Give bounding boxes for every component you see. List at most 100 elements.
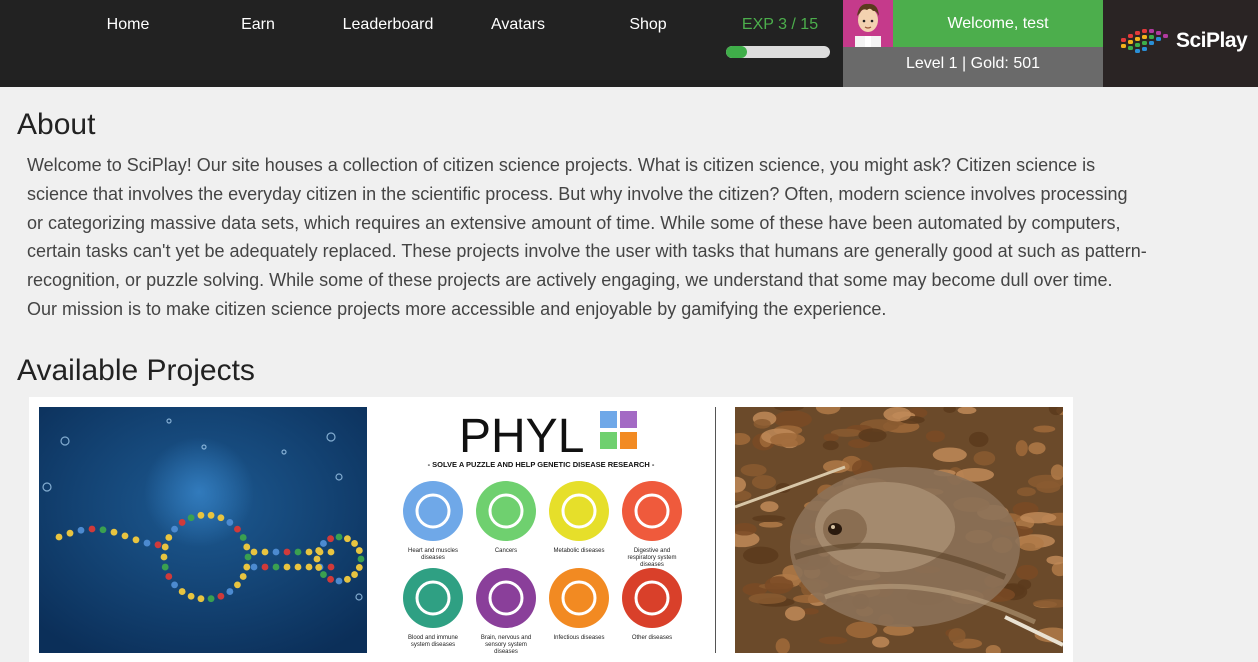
- rna-bead: [88, 525, 96, 533]
- leaf: [773, 410, 812, 429]
- leaf: [883, 407, 912, 422]
- nav-shop-link[interactable]: Shop: [588, 14, 708, 36]
- phylo-category-label: diseases: [640, 562, 664, 568]
- rna-bead: [272, 563, 280, 571]
- rna-bead: [305, 563, 313, 571]
- rna-bead: [344, 535, 351, 543]
- rna-bead: [99, 526, 107, 534]
- rna-bead: [161, 563, 169, 571]
- rna-bead: [226, 588, 234, 595]
- projects-heading: Available Projects: [17, 354, 255, 387]
- leaf: [1016, 487, 1036, 497]
- rna-bead: [357, 555, 365, 563]
- logo-area[interactable]: SciPlay: [1103, 0, 1258, 87]
- welcome-banner[interactable]: Welcome, test: [893, 0, 1103, 47]
- leaf: [742, 546, 779, 565]
- rna-bead: [283, 548, 291, 556]
- phylo-category-circle: [476, 481, 536, 541]
- nav-home-link[interactable]: Home: [68, 14, 188, 36]
- leaf: [822, 440, 839, 451]
- leaf: [753, 418, 771, 429]
- rna-bead: [55, 533, 63, 541]
- leaf: [1017, 535, 1044, 551]
- nav-avatars-link[interactable]: Avatars: [458, 14, 578, 36]
- rna-bead: [250, 563, 258, 571]
- rna-bead: [313, 555, 321, 563]
- user-stats: Level 1 | Gold: 501: [843, 47, 1103, 87]
- phylo-image: PHYL - SOLVE A PUZZLE AND HELP GENETIC D…: [377, 407, 705, 653]
- top-navbar: Home Earn Leaderboard Avatars Shop EXP 3…: [0, 0, 1258, 87]
- rna-bead: [355, 564, 363, 571]
- rna-bead: [239, 573, 247, 580]
- rna-bead: [272, 548, 280, 556]
- rna-bead: [178, 588, 186, 595]
- logo-text: SciPlay: [1176, 29, 1248, 52]
- phylo-category-label: diseases: [421, 555, 445, 561]
- rna-bead: [207, 595, 215, 603]
- leaf: [752, 515, 786, 522]
- leaf: [1016, 564, 1039, 580]
- phylo-category-label: Metabolic diseases: [553, 548, 604, 554]
- rna-bead: [171, 581, 178, 589]
- rna-bead: [250, 548, 258, 556]
- nav-earn-link[interactable]: Earn: [198, 14, 318, 36]
- phylo-category-circle: [622, 568, 682, 628]
- exp-progress-bar: [726, 46, 830, 58]
- rna-bead: [121, 532, 129, 540]
- rna-bead: [110, 528, 118, 536]
- rna-bead: [355, 547, 363, 554]
- phylo-category-label: diseases: [494, 649, 518, 653]
- rna-bead: [261, 548, 269, 556]
- user-avatar[interactable]: [843, 0, 893, 47]
- rna-bead: [197, 595, 205, 603]
- leaf: [872, 636, 890, 648]
- rna-bead: [327, 548, 335, 556]
- rna-bead: [154, 541, 162, 549]
- phylo-category-circle: [549, 481, 609, 541]
- rna-bead: [207, 511, 215, 519]
- rna-bead: [315, 547, 323, 554]
- sciplay-logo-icon: [1121, 29, 1168, 53]
- project-tile-bird[interactable]: [735, 407, 1063, 653]
- rna-bead: [305, 548, 313, 556]
- rna-bead: [217, 592, 225, 600]
- project-tile-rna[interactable]: [39, 407, 367, 653]
- phylo-category-label: system diseases: [411, 642, 455, 648]
- rna-bead: [197, 511, 205, 519]
- phylo-category-label: Heart and muscles: [408, 548, 458, 554]
- rna-bead: [320, 540, 327, 547]
- rna-bead: [132, 536, 140, 544]
- rna-bead: [160, 553, 168, 561]
- leaf: [948, 628, 966, 644]
- leaf: [1033, 425, 1056, 433]
- phylo-subtitle: - SOLVE A PUZZLE AND HELP GENETIC DISEAS…: [428, 460, 655, 469]
- rna-bead: [77, 526, 85, 534]
- leaf: [760, 501, 779, 512]
- rna-bead: [351, 571, 358, 578]
- leaf: [751, 475, 777, 490]
- leaf: [858, 428, 887, 443]
- rna-bead: [187, 592, 195, 600]
- rna-bead: [239, 534, 247, 541]
- leaf: [1020, 512, 1057, 524]
- leaf: [784, 606, 806, 621]
- leaf: [1028, 442, 1046, 455]
- rna-bead: [244, 553, 252, 561]
- projects-strip: PHYL - SOLVE A PUZZLE AND HELP GENETIC D…: [29, 397, 1073, 662]
- rna-bead: [143, 539, 151, 547]
- leaf: [758, 521, 783, 528]
- rna-bead: [243, 563, 251, 571]
- rna-bead: [294, 548, 302, 556]
- rna-bead: [261, 563, 269, 571]
- phylo-category-circle: [403, 568, 463, 628]
- phylo-title: PHYL: [459, 410, 584, 463]
- rna-bead: [187, 514, 195, 522]
- phylo-category-label: Blood and immune: [408, 635, 459, 641]
- leaf: [846, 621, 878, 639]
- tile-divider: [715, 407, 716, 653]
- exp-progress-fill: [726, 46, 747, 58]
- rna-bead: [226, 519, 234, 526]
- project-tile-phylo[interactable]: PHYL - SOLVE A PUZZLE AND HELP GENETIC D…: [377, 407, 705, 653]
- nav-leaderboard-link[interactable]: Leaderboard: [328, 14, 448, 36]
- leaf: [823, 433, 839, 442]
